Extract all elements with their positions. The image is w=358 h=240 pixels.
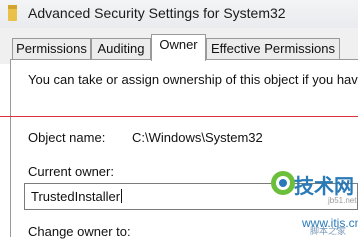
separator-line	[0, 116, 358, 117]
current-owner-value: TrustedInstaller	[31, 189, 123, 204]
tab-permissions[interactable]: Permissions	[12, 38, 91, 60]
tab-effective-permissions[interactable]: Effective Permissions	[206, 38, 340, 60]
title-bar: Advanced Security Settings for System32	[0, 0, 358, 28]
text-caret	[121, 189, 123, 203]
tab-auditing[interactable]: Auditing	[91, 38, 151, 60]
change-owner-label: Change owner to:	[28, 224, 131, 239]
site-watermark: 技术网 jb51.net www.itjs.cn 脚本之家	[268, 158, 358, 237]
window-title: Advanced Security Settings for System32	[28, 5, 286, 21]
current-owner-label: Current owner:	[28, 164, 114, 179]
watermark-subtitle: 脚本之家	[310, 226, 347, 236]
folder-icon	[8, 5, 17, 21]
ownership-info-text: You can take or assign ownership of this…	[28, 72, 358, 87]
object-name-value: C:\Windows\System32	[132, 130, 263, 145]
tab-owner[interactable]: Owner	[151, 34, 206, 61]
watermark-title: 技术网	[294, 176, 354, 198]
watermark-logo-icon	[271, 171, 295, 195]
object-name-label: Object name:	[28, 130, 106, 145]
watermark-small-url: jb51.net	[328, 196, 357, 205]
